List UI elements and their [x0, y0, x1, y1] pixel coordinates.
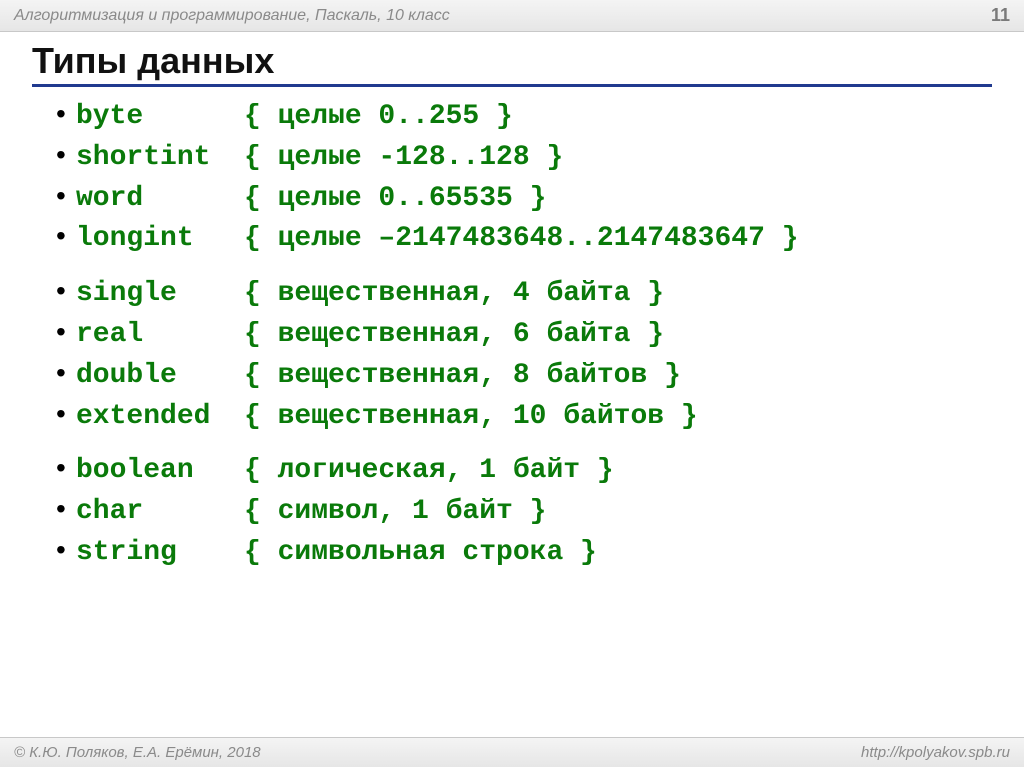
type-description: { целые –2147483648..2147483647 } [244, 220, 799, 258]
course-label: Алгоритмизация и программирование, Паска… [14, 7, 450, 25]
type-description: { целые 0..255 } [244, 98, 513, 136]
bullet-icon: • [56, 354, 76, 392]
bullet-icon: • [56, 217, 76, 255]
type-keyword: byte [76, 98, 244, 136]
bullet-icon: • [56, 95, 76, 133]
type-row: •char{ символ, 1 байт } [56, 490, 982, 531]
type-keyword: double [76, 357, 244, 395]
type-description: { вещественная, 4 байта } [244, 275, 664, 313]
bullet-icon: • [56, 272, 76, 310]
type-description: { вещественная, 8 байтов } [244, 357, 681, 395]
bullet-icon: • [56, 313, 76, 351]
type-description: { логическая, 1 байт } [244, 452, 614, 490]
copyright-text: © К.Ю. Поляков, Е.А. Ерёмин, 2018 [14, 744, 261, 761]
type-row: •single{ вещественная, 4 байта } [56, 272, 982, 313]
type-description: { целые 0..65535 } [244, 180, 546, 218]
type-keyword: boolean [76, 452, 244, 490]
slide-title: Типы данных [32, 40, 992, 87]
type-description: { вещественная, 10 байтов } [244, 398, 698, 436]
type-row: •double{ вещественная, 8 байтов } [56, 354, 982, 395]
type-keyword: char [76, 493, 244, 531]
type-row: •byte{ целые 0..255 } [56, 95, 982, 136]
type-keyword: real [76, 316, 244, 354]
type-group: •single{ вещественная, 4 байта }•real{ в… [56, 272, 982, 435]
type-keyword: extended [76, 398, 244, 436]
type-row: •boolean{ логическая, 1 байт } [56, 449, 982, 490]
type-keyword: word [76, 180, 244, 218]
slide-footer: © К.Ю. Поляков, Е.А. Ерёмин, 2018 http:/… [0, 737, 1024, 767]
type-group: •boolean{ логическая, 1 байт }•char{ сим… [56, 449, 982, 571]
bullet-icon: • [56, 531, 76, 569]
slide-header: Алгоритмизация и программирование, Паска… [0, 0, 1024, 32]
bullet-icon: • [56, 490, 76, 528]
type-group: •byte{ целые 0..255 }•shortint{ целые -1… [56, 95, 982, 258]
type-row: •string{ символьная строка } [56, 531, 982, 572]
bullet-icon: • [56, 395, 76, 433]
type-row: •real{ вещественная, 6 байта } [56, 313, 982, 354]
content-area: •byte{ целые 0..255 }•shortint{ целые -1… [0, 91, 1024, 572]
type-description: { символ, 1 байт } [244, 493, 546, 531]
type-row: •extended{ вещественная, 10 байтов } [56, 395, 982, 436]
type-description: { символьная строка } [244, 534, 597, 572]
page-number: 11 [991, 5, 1010, 26]
type-keyword: single [76, 275, 244, 313]
type-row: •word{ целые 0..65535 } [56, 177, 982, 218]
type-description: { вещественная, 6 байта } [244, 316, 664, 354]
title-block: Типы данных [0, 32, 1024, 91]
type-description: { целые -128..128 } [244, 139, 563, 177]
type-keyword: shortint [76, 139, 244, 177]
type-keyword: longint [76, 220, 244, 258]
type-keyword: string [76, 534, 244, 572]
type-row: •shortint{ целые -128..128 } [56, 136, 982, 177]
bullet-icon: • [56, 136, 76, 174]
type-row: •longint{ целые –2147483648..2147483647 … [56, 217, 982, 258]
bullet-icon: • [56, 177, 76, 215]
bullet-icon: • [56, 449, 76, 487]
footer-url: http://kpolyakov.spb.ru [861, 744, 1010, 761]
